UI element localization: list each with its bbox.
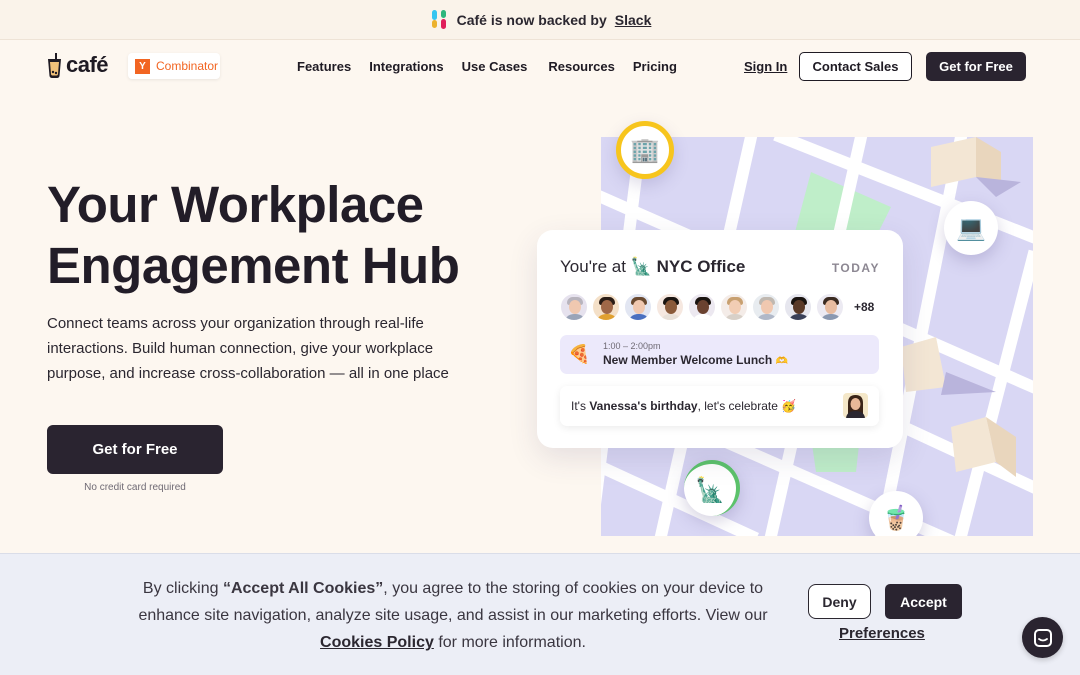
contact-sales-button[interactable]: Contact Sales [799, 52, 912, 81]
avatar [720, 293, 748, 321]
get-for-free-header-button[interactable]: Get for Free [926, 52, 1026, 81]
announcement-text: Café is now backed by [456, 11, 607, 28]
nav-integrations[interactable]: Integrations [369, 59, 443, 74]
preferences-link[interactable]: Preferences [839, 625, 925, 642]
cafe-logo[interactable]: café [46, 52, 109, 78]
avatar [656, 293, 684, 321]
event-name: New Member Welcome Lunch 🫶 [603, 353, 788, 367]
nav-features[interactable]: Features [297, 59, 351, 74]
get-for-free-hero-button[interactable]: Get for Free [47, 425, 223, 474]
event-item[interactable]: 🍕 1:00 – 2:00pm New Member Welcome Lunch… [560, 335, 879, 374]
slack-link[interactable]: Slack [615, 12, 652, 28]
pizza-icon: 🍕 [568, 344, 591, 364]
laptop-icon: 💻 [956, 214, 986, 242]
avatar [752, 293, 780, 321]
nav-resources[interactable]: Resources [548, 59, 614, 74]
yc-logo-icon: Y [135, 58, 150, 74]
hero-title: Your Workplace Engagement Hub [47, 174, 517, 296]
birthday-name: Vanessa's birthday [589, 399, 698, 413]
event-time: 1:00 – 2:00pm [603, 341, 661, 351]
avatar [560, 293, 588, 321]
boba-pin: 🧋 [869, 491, 923, 536]
today-label: TODAY [831, 261, 880, 275]
card-title-prefix: You're at [560, 257, 626, 276]
heart-hands-icon: 🫶 [775, 356, 788, 367]
statue-icon: 🗽 [630, 257, 652, 276]
nav-pricing[interactable]: Pricing [633, 59, 677, 74]
party-icon: 🥳 [781, 399, 797, 413]
hero-description: Connect teams across your organization t… [47, 315, 449, 382]
logo-text: café [66, 52, 109, 77]
no-credit-card-note: No credit card required [84, 482, 186, 493]
yc-badge[interactable]: Y Combinator [128, 53, 220, 79]
nav-use-cases[interactable]: Use Cases [462, 59, 528, 74]
avatar [624, 293, 652, 321]
slack-icon [429, 9, 449, 30]
boba-cup-icon [48, 52, 61, 78]
birthday-text: It's Vanessa's birthday, let's celebrate… [571, 399, 796, 413]
avatar-group: +88 [560, 293, 874, 321]
event-name-text: New Member Welcome Lunch [603, 353, 773, 367]
statue-of-liberty-icon: 🗽 [695, 476, 725, 504]
birthday-avatar [843, 393, 868, 418]
birthday-suffix: , let's celebrate [697, 399, 778, 413]
cookie-banner: By clicking “Accept All Cookies”, you ag… [0, 553, 1080, 675]
liberty-pin: 🗽 [684, 460, 740, 516]
site-header: café Y Combinator Features Integrations … [0, 40, 1080, 94]
yc-text: Combinator [156, 59, 219, 73]
accept-button[interactable]: Accept [885, 584, 962, 619]
cookie-bold: “Accept All Cookies” [222, 580, 384, 597]
avatar [816, 293, 844, 321]
main-nav: Features Integrations Use Cases Resource… [297, 59, 695, 74]
office-building-icon: 🏢 [630, 136, 660, 164]
laptop-pin: 💻 [944, 201, 998, 255]
announcement-bar: Café is now backed by Slack [0, 0, 1080, 40]
deny-button[interactable]: Deny [808, 584, 871, 619]
avatar [592, 293, 620, 321]
cookie-suffix: for more information. [433, 634, 586, 651]
cookie-prefix: By clicking [142, 580, 223, 597]
cookies-policy-link[interactable]: Cookies Policy [320, 634, 434, 651]
birthday-prefix: It's [571, 399, 586, 413]
office-card: You're at 🗽 NYC Office TODAY +88 🍕 1:00 … [537, 230, 903, 448]
card-title: You're at 🗽 NYC Office [560, 257, 745, 277]
boba-icon: 🧋 [881, 504, 911, 532]
avatar-count: +88 [854, 300, 875, 314]
chat-launcher-button[interactable] [1022, 617, 1063, 658]
hero-title-line2: Engagement Hub [47, 237, 460, 294]
avatar [784, 293, 812, 321]
birthday-item[interactable]: It's Vanessa's birthday, let's celebrate… [560, 386, 879, 426]
person-icon [846, 395, 865, 418]
card-location: NYC Office [656, 257, 746, 276]
sign-in-link[interactable]: Sign In [744, 59, 787, 74]
cookie-text: By clicking “Accept All Cookies”, you ag… [120, 575, 786, 656]
chat-icon [1033, 628, 1052, 647]
office-pin: 🏢 [616, 121, 674, 179]
hero-title-line1: Your Workplace [47, 176, 424, 233]
avatar [688, 293, 716, 321]
